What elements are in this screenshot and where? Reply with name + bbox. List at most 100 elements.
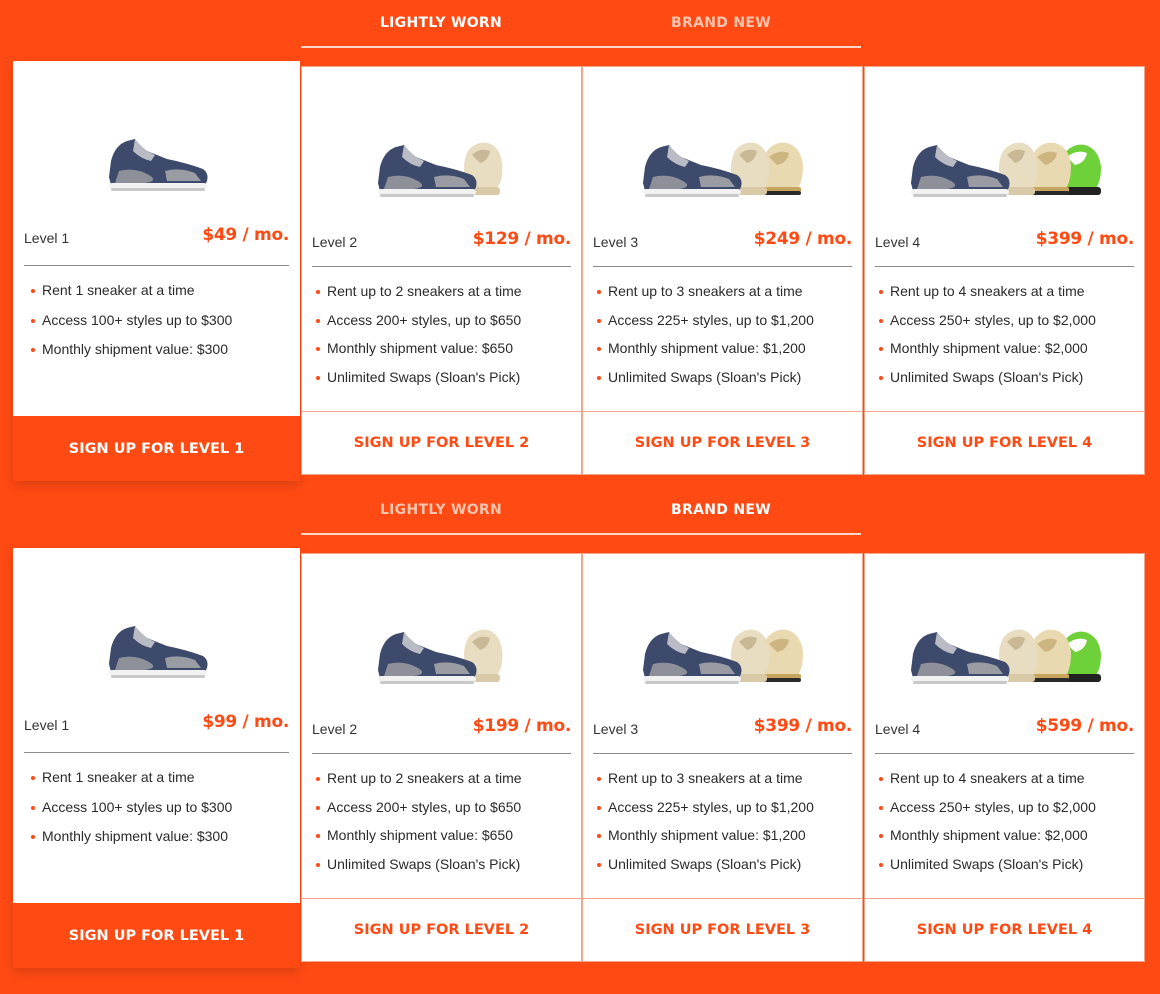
- feature-item: Monthly shipment value: $300: [27, 828, 290, 858]
- shoe-image: [865, 67, 1144, 242]
- feature-list: Rent up to 3 sneakers at a time Access 2…: [593, 770, 852, 884]
- feature-item: Monthly shipment value: $2,000: [875, 827, 1134, 856]
- feature-item: Monthly shipment value: $650: [312, 827, 571, 856]
- feature-item: Access 250+ styles, up to $2,000: [875, 312, 1134, 341]
- sneaker-icon: [910, 142, 1101, 197]
- plan-card-level-3: Level 3 $399 / mo. Rent up to 3 sneakers…: [582, 553, 863, 962]
- feature-item: Rent 1 sneaker at a time: [27, 282, 290, 312]
- plan-price: $399 / mo.: [753, 716, 853, 736]
- plan-price: $99 / mo.: [202, 712, 289, 732]
- shoe-image: [13, 61, 300, 231]
- feature-list: Rent 1 sneaker at a time Access 100+ sty…: [27, 769, 290, 858]
- sign-up-level-1-button[interactable]: SIGN UP FOR LEVEL 1: [13, 903, 300, 968]
- condition-tabs: LIGHTLY WORN BRAND NEW: [301, 0, 861, 48]
- plan-card-level-4: Level 4 $399 / mo. Rent up to 4 sneakers…: [864, 66, 1145, 475]
- tab-lightly-worn[interactable]: LIGHTLY WORN: [301, 0, 581, 46]
- plan-level: Level 3: [593, 234, 639, 250]
- feature-item: Monthly shipment value: $1,200: [593, 340, 852, 369]
- tab-brand-new[interactable]: BRAND NEW: [581, 487, 861, 533]
- shoe-image: [13, 548, 300, 718]
- feature-list: Rent up to 4 sneakers at a time Access 2…: [875, 770, 1134, 884]
- plan-card-level-3: Level 3 $249 / mo. Rent up to 3 sneakers…: [582, 66, 863, 475]
- sneaker-icon: [642, 142, 803, 197]
- plan-price: $249 / mo.: [753, 229, 853, 249]
- plan-level: Level 3: [593, 721, 639, 737]
- tab-underline: [301, 533, 861, 535]
- sneaker-icon: [642, 629, 803, 684]
- feature-item: Unlimited Swaps (Sloan's Pick): [312, 369, 571, 398]
- sign-up-level-3-button[interactable]: SIGN UP FOR LEVEL 3: [583, 898, 862, 961]
- plan-level: Level 4: [875, 721, 921, 737]
- plan-level: Level 1: [24, 230, 70, 246]
- shoe-image: [865, 554, 1144, 729]
- divider: [593, 753, 852, 754]
- feature-item: Unlimited Swaps (Sloan's Pick): [593, 856, 852, 885]
- sneaker-icon: [377, 629, 502, 684]
- shoe-image: [583, 67, 862, 242]
- feature-list: Rent 1 sneaker at a time Access 100+ sty…: [27, 282, 290, 371]
- divider: [312, 266, 571, 267]
- feature-item: Monthly shipment value: $1,200: [593, 827, 852, 856]
- pricing-section-lightly-worn: LIGHTLY WORN BRAND NEW Level 1 $49 / mo.…: [0, 0, 1160, 487]
- feature-item: Access 250+ styles, up to $2,000: [875, 799, 1134, 828]
- plan-price: $49 / mo.: [202, 225, 289, 245]
- sneaker-icon: [108, 139, 207, 191]
- feature-list: Rent up to 2 sneakers at a time Access 2…: [312, 770, 571, 884]
- feature-item: Monthly shipment value: $650: [312, 340, 571, 369]
- sneaker-icon: [108, 626, 207, 678]
- feature-item: Rent up to 2 sneakers at a time: [312, 283, 571, 312]
- feature-item: Rent up to 2 sneakers at a time: [312, 770, 571, 799]
- feature-item: Access 225+ styles, up to $1,200: [593, 799, 852, 828]
- plan-price: $599 / mo.: [1035, 716, 1135, 736]
- feature-list: Rent up to 4 sneakers at a time Access 2…: [875, 283, 1134, 397]
- sign-up-level-4-button[interactable]: SIGN UP FOR LEVEL 4: [865, 898, 1144, 961]
- feature-item: Rent up to 3 sneakers at a time: [593, 770, 852, 799]
- sign-up-level-4-button[interactable]: SIGN UP FOR LEVEL 4: [865, 411, 1144, 474]
- feature-item: Unlimited Swaps (Sloan's Pick): [593, 369, 852, 398]
- plan-card-level-2: Level 2 $129 / mo. Rent up to 2 sneakers…: [301, 66, 582, 475]
- sneaker-icon: [910, 629, 1101, 684]
- sign-up-level-2-button[interactable]: SIGN UP FOR LEVEL 2: [302, 898, 581, 961]
- divider: [312, 753, 571, 754]
- condition-tabs: LIGHTLY WORN BRAND NEW: [301, 487, 861, 535]
- pricing-section-brand-new: LIGHTLY WORN BRAND NEW Level 1 $99 / mo.…: [0, 487, 1160, 974]
- plan-price: $199 / mo.: [472, 716, 572, 736]
- feature-list: Rent up to 2 sneakers at a time Access 2…: [312, 283, 571, 397]
- plan-level: Level 2: [312, 234, 358, 250]
- feature-item: Monthly shipment value: $300: [27, 341, 290, 371]
- sneaker-icon: [377, 142, 502, 197]
- divider: [875, 266, 1134, 267]
- feature-item: Rent 1 sneaker at a time: [27, 769, 290, 799]
- shoe-image: [302, 554, 581, 729]
- feature-item: Access 200+ styles, up to $650: [312, 799, 571, 828]
- plan-card-level-4: Level 4 $599 / mo. Rent up to 4 sneakers…: [864, 553, 1145, 962]
- divider: [593, 266, 852, 267]
- shoe-image: [583, 554, 862, 729]
- feature-item: Access 225+ styles, up to $1,200: [593, 312, 852, 341]
- sign-up-level-1-button[interactable]: SIGN UP FOR LEVEL 1: [13, 416, 300, 481]
- feature-item: Unlimited Swaps (Sloan's Pick): [875, 369, 1134, 398]
- tab-brand-new[interactable]: BRAND NEW: [581, 0, 861, 46]
- feature-item: Access 100+ styles up to $300: [27, 799, 290, 829]
- feature-list: Rent up to 3 sneakers at a time Access 2…: [593, 283, 852, 397]
- plan-card-level-2: Level 2 $199 / mo. Rent up to 2 sneakers…: [301, 553, 582, 962]
- plan-price: $399 / mo.: [1035, 229, 1135, 249]
- shoe-image: [302, 67, 581, 242]
- tab-underline: [301, 46, 861, 48]
- sign-up-level-3-button[interactable]: SIGN UP FOR LEVEL 3: [583, 411, 862, 474]
- divider: [24, 265, 289, 266]
- feature-item: Rent up to 3 sneakers at a time: [593, 283, 852, 312]
- plan-level: Level 4: [875, 234, 921, 250]
- plan-level: Level 2: [312, 721, 358, 737]
- plan-card-level-1: Level 1 $99 / mo. Rent 1 sneaker at a ti…: [13, 548, 300, 968]
- feature-item: Unlimited Swaps (Sloan's Pick): [312, 856, 571, 885]
- feature-item: Unlimited Swaps (Sloan's Pick): [875, 856, 1134, 885]
- feature-item: Rent up to 4 sneakers at a time: [875, 283, 1134, 312]
- feature-item: Access 200+ styles, up to $650: [312, 312, 571, 341]
- sign-up-level-2-button[interactable]: SIGN UP FOR LEVEL 2: [302, 411, 581, 474]
- tab-lightly-worn[interactable]: LIGHTLY WORN: [301, 487, 581, 533]
- divider: [875, 753, 1134, 754]
- feature-item: Monthly shipment value: $2,000: [875, 340, 1134, 369]
- divider: [24, 752, 289, 753]
- plan-level: Level 1: [24, 717, 70, 733]
